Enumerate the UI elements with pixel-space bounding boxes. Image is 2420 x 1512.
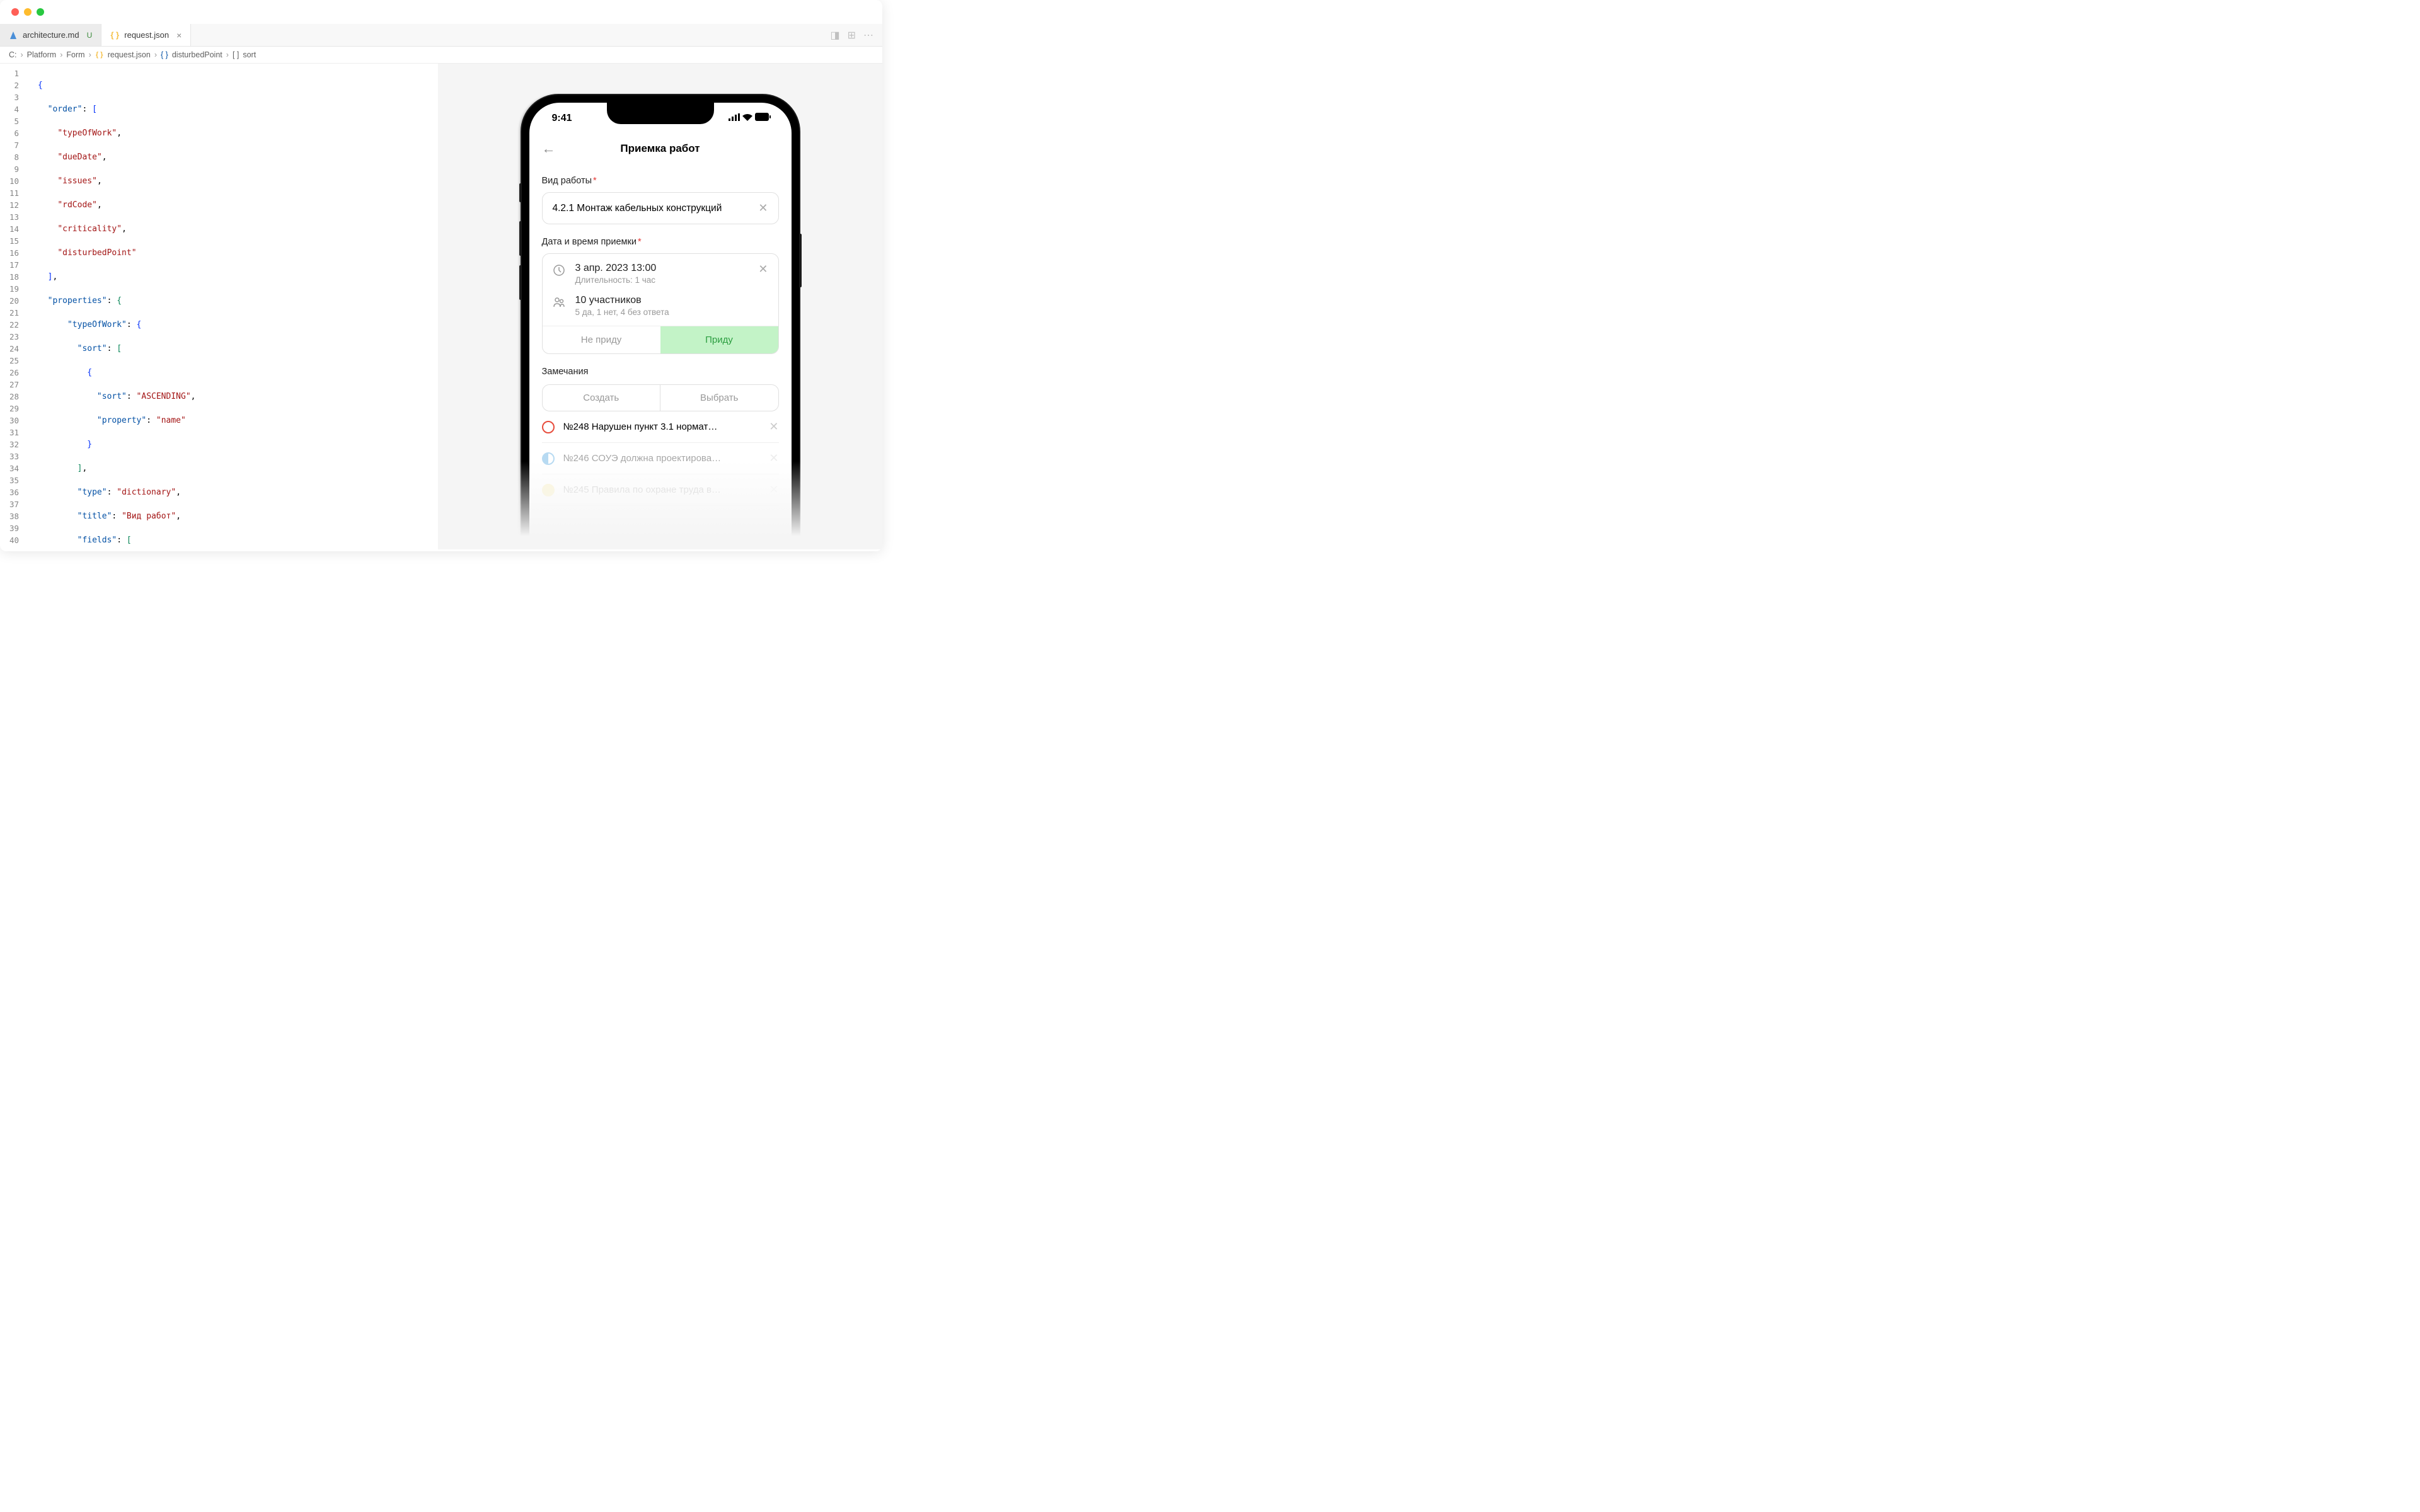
breadcrumb-segment[interactable]: disturbedPoint — [172, 50, 222, 59]
breadcrumb-segment[interactable]: sort — [243, 50, 256, 59]
remove-icon[interactable]: ✕ — [769, 452, 778, 465]
tab-label: request.json — [124, 30, 169, 40]
issues-tabs: Создать Выбрать — [542, 384, 779, 411]
traffic-light-minimize[interactable] — [24, 8, 32, 16]
tab-modified-badge: U — [87, 31, 93, 40]
section-label: Замечания — [542, 367, 779, 377]
back-arrow-icon[interactable]: ← — [542, 140, 556, 157]
phone-notch — [607, 103, 714, 124]
remove-icon[interactable]: ✕ — [769, 483, 778, 496]
breadcrumb-segment[interactable]: Form — [66, 50, 84, 59]
datetime-value: 3 апр. 2023 13:00 — [575, 263, 750, 274]
datetime-card: 3 апр. 2023 13:00 Длительность: 1 час ✕ … — [542, 253, 779, 354]
tab-create[interactable]: Создать — [543, 385, 660, 411]
toolbar-icon[interactable]: ⊞ — [848, 29, 856, 42]
remove-icon[interactable]: ✕ — [769, 420, 778, 433]
issue-item[interactable]: №248 Нарушен пункт 3.1 нормат… ✕ — [542, 411, 779, 443]
app-navbar: ← Приемка работ — [529, 134, 792, 163]
status-time: 9:41 — [552, 113, 572, 124]
participants-detail: 5 да, 1 нет, 4 без ответа — [575, 307, 768, 317]
status-icon — [542, 421, 555, 433]
issue-item[interactable]: №246 СОУЭ должна проектирова… ✕ — [542, 443, 779, 474]
toolbar-icon[interactable]: ◨ — [830, 29, 839, 42]
traffic-light-zoom[interactable] — [37, 8, 44, 16]
clear-icon[interactable]: ✕ — [758, 202, 768, 215]
status-icon — [542, 484, 555, 496]
work-type-field[interactable]: 4.2.1 Монтаж кабельных конструкций ✕ — [542, 192, 779, 224]
close-icon[interactable]: × — [176, 30, 182, 40]
clock-icon — [553, 264, 567, 280]
traffic-light-close[interactable] — [11, 8, 19, 16]
json-icon: { } — [95, 50, 104, 59]
decline-button[interactable]: Не приду — [543, 326, 660, 353]
window-titlebar — [0, 0, 882, 24]
issue-text: №246 СОУЭ должна проектирова… — [563, 453, 761, 464]
breadcrumb: C:› Platform› Form› { } request.json› { … — [0, 47, 882, 64]
accept-button[interactable]: Приду — [660, 326, 778, 353]
issue-text: №245 Правила по охране труда в… — [563, 484, 761, 495]
app-title: Приемка работ — [620, 142, 700, 155]
section-label: Вид работы* — [542, 176, 779, 186]
code-editor[interactable]: 1234567891011121314151617181920212223242… — [0, 64, 438, 549]
breadcrumb-segment[interactable]: request.json — [108, 50, 151, 59]
tab-select[interactable]: Выбрать — [660, 385, 778, 411]
battery-icon — [755, 113, 771, 124]
issue-text: №248 Нарушен пункт 3.1 нормат… — [563, 421, 761, 432]
section-label: Дата и время приемки* — [542, 237, 779, 247]
breadcrumb-segment[interactable]: Platform — [27, 50, 57, 59]
editor-tabs: architecture.md U { } request.json × ◨ ⊞… — [0, 24, 882, 47]
wifi-icon — [742, 113, 752, 124]
tab-label: architecture.md — [23, 30, 79, 40]
issue-item[interactable]: №245 Правила по охране труда в… ✕ — [542, 474, 779, 506]
tab-architecture[interactable]: architecture.md U — [0, 24, 101, 46]
markdown-icon — [9, 31, 18, 40]
field-value: 4.2.1 Монтаж кабельных конструкций — [553, 203, 722, 214]
duration-value: Длительность: 1 час — [575, 275, 750, 285]
tab-request-json[interactable]: { } request.json × — [101, 24, 191, 46]
line-gutter: 1234567891011121314151617181920212223242… — [0, 67, 26, 546]
participants-value: 10 участников — [575, 295, 768, 306]
status-icon — [542, 452, 555, 465]
code-content: { "order": [ "typeOfWork", "dueDate", "i… — [38, 67, 438, 549]
brackets-icon: [ ] — [233, 50, 239, 59]
breadcrumb-segment[interactable]: C: — [9, 50, 17, 59]
preview-pane: 9:41 ← Приемка работ Вид работы* — [438, 64, 882, 549]
json-icon: { } — [110, 31, 119, 40]
clear-icon[interactable]: ✕ — [758, 263, 768, 276]
people-icon — [553, 296, 567, 312]
braces-icon: { } — [161, 50, 168, 59]
toolbar-icon[interactable]: ⋯ — [863, 29, 873, 42]
signal-icon — [729, 113, 740, 124]
phone-mockup: 9:41 ← Приемка работ Вид работы* — [522, 95, 799, 549]
